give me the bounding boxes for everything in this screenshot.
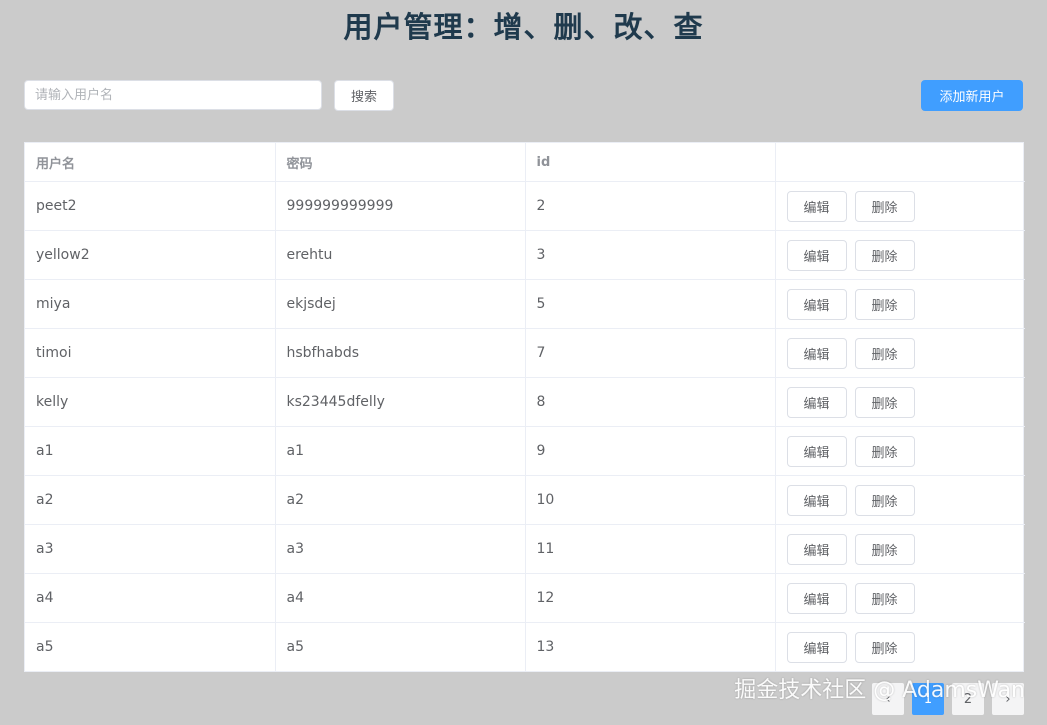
- edit-button[interactable]: 编辑: [786, 386, 847, 418]
- table-row: a3 a3 11 编辑 删除: [25, 524, 1025, 574]
- cell-id: 13: [525, 622, 776, 671]
- cell-password: ekjsdej: [275, 279, 526, 329]
- delete-button[interactable]: 删除: [854, 435, 915, 467]
- delete-button[interactable]: 删除: [854, 582, 915, 614]
- edit-button[interactable]: 编辑: [786, 190, 847, 222]
- cell-username: a2: [25, 475, 276, 525]
- cell-username: miya: [25, 279, 276, 329]
- column-header-actions: [775, 143, 1025, 182]
- cell-actions: 编辑 删除: [775, 377, 1025, 427]
- delete-button[interactable]: 删除: [854, 386, 915, 418]
- cell-id: 7: [525, 328, 776, 378]
- cell-actions: 编辑 删除: [775, 524, 1025, 574]
- cell-password: erehtu: [275, 230, 526, 280]
- edit-button[interactable]: 编辑: [786, 484, 847, 516]
- column-header-username: 用户名: [25, 143, 276, 182]
- cell-id: 5: [525, 279, 776, 329]
- user-table: 用户名 密码 id peet2 999999999999 2 编辑 删除 yellow2 e…: [24, 142, 1025, 672]
- cell-password: a2: [275, 475, 526, 525]
- delete-button[interactable]: 删除: [854, 631, 915, 663]
- cell-id: 9: [525, 426, 776, 476]
- edit-button[interactable]: 编辑: [786, 239, 847, 271]
- cell-actions: 编辑 删除: [775, 475, 1025, 525]
- cell-actions: 编辑 删除: [775, 279, 1025, 329]
- edit-button[interactable]: 编辑: [786, 582, 847, 614]
- edit-button[interactable]: 编辑: [786, 435, 847, 467]
- cell-password: a3: [275, 524, 526, 574]
- delete-button[interactable]: 删除: [854, 190, 915, 222]
- cell-username: timoi: [25, 328, 276, 378]
- table-row: a1 a1 9 编辑 删除: [25, 426, 1025, 476]
- cell-id: 10: [525, 475, 776, 525]
- cell-password: a4: [275, 573, 526, 623]
- cell-username: a1: [25, 426, 276, 476]
- add-user-button[interactable]: 添加新用户: [921, 80, 1023, 111]
- search-button[interactable]: 搜索: [334, 80, 394, 111]
- cell-password: 999999999999: [275, 181, 526, 231]
- column-header-id: id: [525, 143, 776, 182]
- cell-actions: 编辑 删除: [775, 426, 1025, 476]
- table-row: timoi hsbfhabds 7 编辑 删除: [25, 328, 1025, 378]
- delete-button[interactable]: 删除: [854, 533, 915, 565]
- table-row: peet2 999999999999 2 编辑 删除: [25, 181, 1025, 231]
- cell-username: a3: [25, 524, 276, 574]
- cell-actions: 编辑 删除: [775, 573, 1025, 623]
- column-header-password: 密码: [275, 143, 526, 182]
- cell-username: a5: [25, 622, 276, 671]
- cell-username: yellow2: [25, 230, 276, 280]
- cell-id: 8: [525, 377, 776, 427]
- cell-actions: 编辑 删除: [775, 230, 1025, 280]
- cell-username: peet2: [25, 181, 276, 231]
- delete-button[interactable]: 删除: [854, 239, 915, 271]
- table-row: yellow2 erehtu 3 编辑 删除: [25, 230, 1025, 280]
- watermark: 掘金技术社区 @ AdamsWan: [734, 678, 1025, 703]
- cell-id: 2: [525, 181, 776, 231]
- delete-button[interactable]: 删除: [854, 288, 915, 320]
- table-row: miya ekjsdej 5 编辑 删除: [25, 279, 1025, 329]
- cell-username: kelly: [25, 377, 276, 427]
- cell-password: hsbfhabds: [275, 328, 526, 378]
- cell-password: ks23445dfelly: [275, 377, 526, 427]
- table-row: a5 a5 13 编辑 删除: [25, 622, 1025, 672]
- cell-actions: 编辑 删除: [775, 328, 1025, 378]
- cell-id: 11: [525, 524, 776, 574]
- page-title: 用户管理：增、删、改、查: [343, 10, 704, 44]
- cell-actions: 编辑 删除: [775, 623, 1025, 672]
- edit-button[interactable]: 编辑: [786, 533, 847, 565]
- cell-password: a1: [275, 426, 526, 476]
- delete-button[interactable]: 删除: [854, 337, 915, 369]
- cell-password: a5: [275, 622, 526, 671]
- table-row: a4 a4 12 编辑 删除: [25, 573, 1025, 623]
- edit-button[interactable]: 编辑: [786, 288, 847, 320]
- cell-id: 12: [525, 573, 776, 623]
- search-input[interactable]: [24, 80, 322, 110]
- edit-button[interactable]: 编辑: [786, 337, 847, 369]
- cell-actions: 编辑 删除: [775, 181, 1025, 231]
- table-row: kelly ks23445dfelly 8 编辑 删除: [25, 377, 1025, 427]
- table-row: a2 a2 10 编辑 删除: [25, 475, 1025, 525]
- cell-id: 3: [525, 230, 776, 280]
- table-header-row: 用户名 密码 id: [25, 143, 1025, 182]
- delete-button[interactable]: 删除: [854, 484, 915, 516]
- cell-username: a4: [25, 573, 276, 623]
- edit-button[interactable]: 编辑: [786, 631, 847, 663]
